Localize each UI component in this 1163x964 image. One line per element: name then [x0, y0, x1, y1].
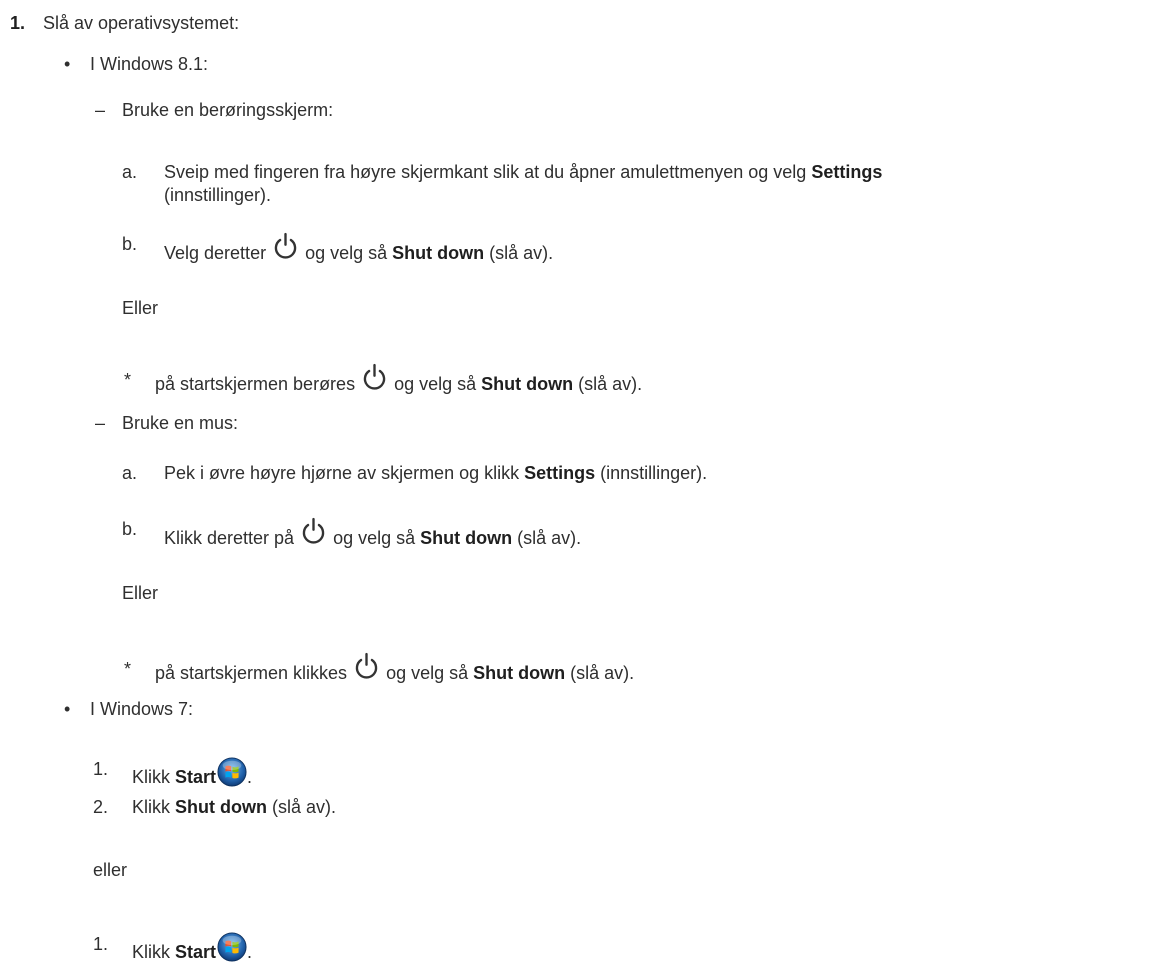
list-marker-a: a. [122, 162, 138, 182]
bullet: • [64, 54, 71, 74]
power-icon [353, 652, 380, 682]
mouse-step-a: Pek i øvre høyre hjørne av skjermen og k… [164, 463, 708, 483]
shut-down-term: Shut down [175, 797, 267, 817]
shut-down-term: Shut down [473, 663, 566, 683]
or-text: eller [93, 860, 128, 880]
touch-step-b: Velg deretter og velg så Shut down (slå a… [164, 232, 553, 265]
mouse-heading: Bruke en mus: [122, 413, 239, 433]
shut-down-term: Shut down [392, 243, 485, 263]
dash-marker: – [95, 413, 106, 433]
shut-down-term: Shut down [420, 528, 513, 548]
power-icon [300, 517, 327, 547]
settings-term: Settings [811, 162, 883, 182]
number-marker: 2. [93, 797, 109, 817]
mouse-start-screen: på startskjermen klikkes og velg så Shut … [155, 652, 634, 685]
or-text: Eller [122, 298, 159, 318]
touch-step-a: Sveip med fingeren fra høyre skjermkant … [164, 162, 883, 182]
dash-marker: – [95, 100, 106, 120]
touch-start-screen: på startskjermen berøres og velg så Shut … [155, 363, 642, 396]
win7-heading: I Windows 7: [90, 699, 194, 719]
touch-step-a-cont: (innstillinger). [164, 185, 272, 205]
list-marker-b: b. [122, 234, 138, 254]
windows-start-orb-icon [217, 757, 247, 787]
list-marker-b: b. [122, 519, 138, 539]
touch-heading: Bruke en berøringsskjerm: [122, 100, 334, 120]
start-term: Start [175, 942, 217, 962]
power-icon [361, 363, 388, 393]
number-marker: 1. [93, 934, 109, 954]
bullet: • [64, 699, 71, 719]
star-marker: * [124, 370, 132, 390]
power-icon [272, 232, 299, 262]
shut-down-term: Shut down [481, 374, 574, 394]
win7-step-start: Klikk Start . [132, 757, 252, 789]
step-text: Slå av operativsystemet: [43, 13, 240, 33]
number-marker: 1. [93, 759, 109, 779]
start-term: Start [175, 767, 217, 787]
or-text: Eller [122, 583, 159, 603]
step-number: 1. [10, 13, 26, 33]
mouse-step-b: Klikk deretter på og velg så Shut down (s… [164, 517, 581, 550]
windows-start-orb-icon [217, 932, 247, 962]
win7-step-shutdown: Klikk Shut down (slå av). [132, 797, 337, 817]
star-marker: * [124, 659, 132, 679]
settings-term: Settings [524, 463, 596, 483]
win7-alt-step-start: Klikk Start . [132, 932, 252, 964]
win81-heading: I Windows 8.1: [90, 54, 209, 74]
list-marker-a: a. [122, 463, 138, 483]
